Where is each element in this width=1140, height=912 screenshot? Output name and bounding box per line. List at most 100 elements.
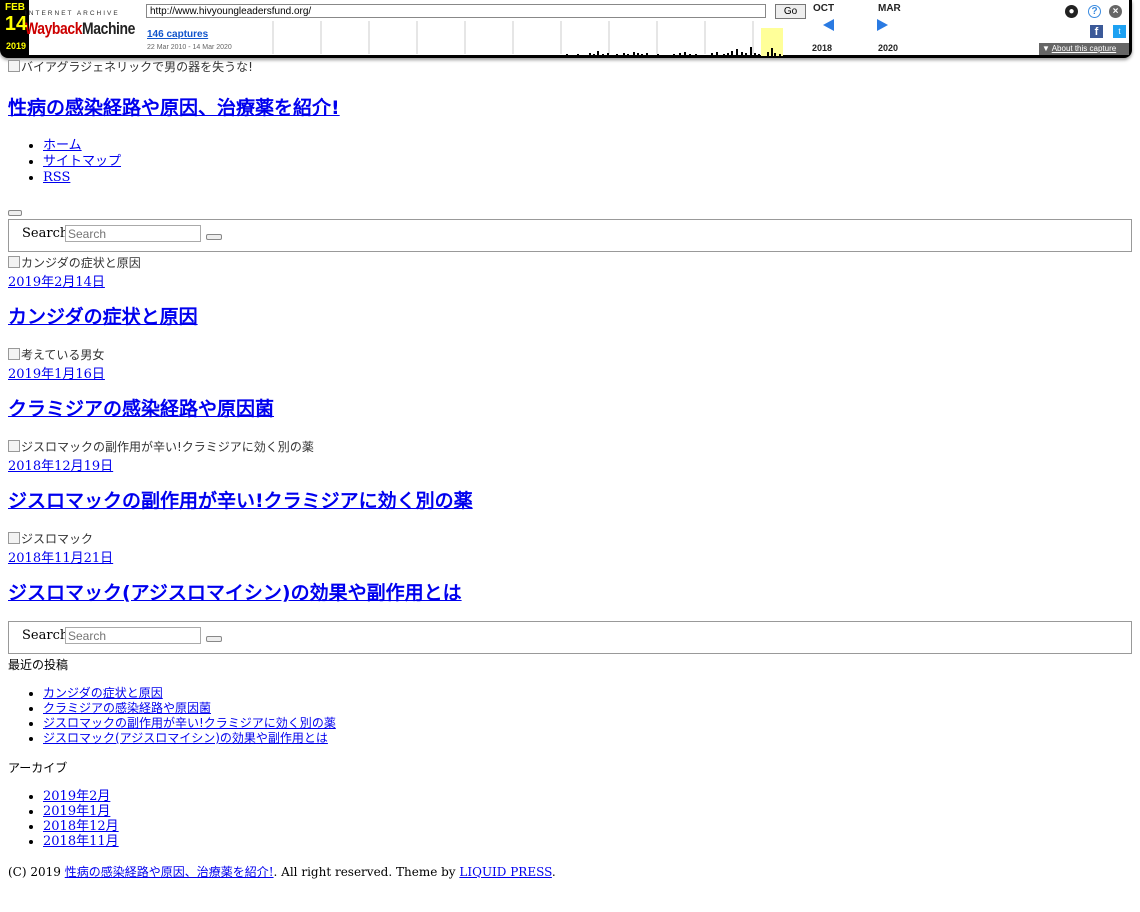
capture-bar[interactable]: [787, 55, 789, 56]
current-day: 14: [4, 13, 28, 35]
twitter-icon[interactable]: t: [1113, 25, 1126, 38]
archive-link[interactable]: 2018年11月: [43, 834, 119, 849]
sidebar: 最近の投稿 カンジダの症状と原因 クラミジアの感染経路や原因菌 ジスロマックの副…: [8, 654, 1132, 849]
capture-bar[interactable]: [657, 54, 659, 56]
capture-date-range: 22 Mar 2010 - 14 Mar 2020: [147, 44, 232, 51]
logo-word-2: Machine: [82, 19, 135, 38]
capture-bar[interactable]: [689, 54, 691, 56]
capture-bar[interactable]: [705, 55, 707, 56]
capture-bar[interactable]: [695, 54, 697, 56]
capture-bar[interactable]: [593, 54, 595, 56]
search-input[interactable]: [65, 225, 201, 242]
capture-bar[interactable]: [616, 54, 618, 56]
capture-bar[interactable]: [623, 53, 625, 56]
recent-post-link[interactable]: カンジダの症状と原因: [43, 686, 163, 700]
capture-bar[interactable]: [736, 49, 738, 56]
next-month-link[interactable]: MAR: [878, 3, 901, 14]
about-capture-label: About this capture: [1051, 44, 1117, 53]
nav-item: RSS: [43, 170, 1132, 186]
footer-mid: . All right reserved. Theme by: [273, 865, 460, 879]
search-input[interactable]: [65, 627, 201, 644]
footer-site-link[interactable]: 性病の感染経路や原因、治療薬を紹介!: [65, 865, 274, 879]
capture-bar[interactable]: [607, 53, 609, 56]
nav-home-link[interactable]: ホーム: [43, 138, 82, 153]
recent-post-link[interactable]: クラミジアの感染経路や原因菌: [43, 701, 211, 715]
go-button[interactable]: Go: [775, 4, 806, 19]
capture-bar[interactable]: [774, 53, 776, 56]
capture-bar[interactable]: [577, 54, 579, 56]
footer: (C) 2019 性病の感染経路や原因、治療薬を紹介!. All right r…: [8, 863, 1132, 880]
capture-bar[interactable]: [637, 53, 639, 56]
nav-item: サイトマップ: [43, 154, 1132, 170]
capture-bar[interactable]: [566, 54, 568, 56]
capture-bar[interactable]: [741, 52, 743, 56]
help-icon[interactable]: ?: [1088, 5, 1101, 18]
capture-bar[interactable]: [597, 51, 599, 56]
close-icon[interactable]: ×: [1109, 5, 1122, 18]
next-capture-arrow-icon[interactable]: [877, 19, 888, 31]
recent-posts-title: 最近の投稿: [8, 658, 69, 672]
archive-link[interactable]: 2018年12月: [43, 819, 119, 834]
post-date-link[interactable]: 2019年2月14日: [8, 271, 1132, 290]
capture-bar[interactable]: [727, 53, 729, 56]
capture-bar[interactable]: [679, 53, 681, 56]
post-thumbnail: ジスロマック: [8, 530, 1132, 547]
post-date-link[interactable]: 2018年11月21日: [8, 547, 1132, 566]
next-year-link[interactable]: 2020: [878, 43, 898, 53]
list-item: クラミジアの感染経路や原因菌: [43, 701, 1132, 716]
capture-bar[interactable]: [750, 47, 752, 56]
search-button[interactable]: [206, 636, 222, 642]
capture-bar[interactable]: [602, 54, 604, 56]
about-capture-button[interactable]: ▼ About this capture: [1039, 43, 1129, 55]
archive-link[interactable]: 2019年1月: [43, 804, 110, 819]
footer-theme-link[interactable]: LIQUID PRESS: [459, 865, 552, 879]
capture-bar[interactable]: [745, 53, 747, 56]
capture-bar[interactable]: [684, 52, 686, 56]
nav-rss-link[interactable]: RSS: [43, 170, 70, 185]
recent-post-link[interactable]: ジスロマックの副作用が辛い!クラミジアに効く別の薬: [43, 716, 336, 730]
post-title-link[interactable]: カンジダの症状と原因: [8, 306, 198, 328]
list-item: 2019年1月: [43, 804, 1132, 819]
prev-year-link[interactable]: 2018: [812, 43, 832, 53]
post-title-link[interactable]: クラミジアの感染経路や原因菌: [8, 398, 274, 420]
search-button[interactable]: [206, 234, 222, 240]
capture-bar[interactable]: [723, 54, 725, 56]
list-item: ジスロマックの副作用が辛い!クラミジアに効く別の薬: [43, 716, 1132, 731]
capture-sparkline[interactable]: [271, 19, 799, 56]
captures-link[interactable]: 146 captures: [147, 29, 208, 40]
post-thumbnail: カンジダの症状と原因: [8, 254, 1132, 271]
archive-link[interactable]: 2019年2月: [43, 789, 110, 804]
capture-bar[interactable]: [646, 53, 648, 56]
recent-post-link[interactable]: ジスロマック(アジスロマイシン)の効果や副作用とは: [43, 731, 328, 745]
capture-bar[interactable]: [779, 54, 781, 56]
post-date-link[interactable]: 2018年12月19日: [8, 455, 1132, 474]
capture-bar[interactable]: [711, 53, 713, 56]
site-title-link[interactable]: 性病の感染経路や原因、治療薬を紹介!: [8, 97, 340, 119]
capture-bar[interactable]: [589, 53, 591, 56]
url-input[interactable]: [146, 4, 766, 18]
search-form-top: Search: [8, 219, 1132, 252]
capture-bar[interactable]: [627, 54, 629, 56]
search-form-sidebar: Search: [8, 621, 1132, 654]
facebook-icon[interactable]: f: [1090, 25, 1103, 38]
capture-bar[interactable]: [731, 51, 733, 56]
user-icon[interactable]: ●: [1065, 5, 1078, 18]
capture-bar[interactable]: [673, 54, 675, 56]
wayback-logo[interactable]: WaybackMachine: [25, 19, 135, 39]
capture-bar[interactable]: [633, 52, 635, 56]
capture-bar[interactable]: [716, 52, 718, 56]
nav-sitemap-link[interactable]: サイトマップ: [43, 154, 121, 169]
capture-bar[interactable]: [758, 54, 760, 56]
post-title-link[interactable]: ジスロマック(アジスロマイシン)の効果や副作用とは: [8, 582, 462, 604]
prev-month-link[interactable]: OCT: [813, 3, 834, 14]
prev-capture-arrow-icon[interactable]: [823, 19, 834, 31]
logo-word-1: Wayback: [25, 19, 83, 38]
capture-bar[interactable]: [771, 48, 773, 56]
post-date-link[interactable]: 2019年1月16日: [8, 363, 1132, 382]
list-item: 2018年11月: [43, 834, 1132, 849]
capture-bar[interactable]: [767, 52, 769, 56]
post-title-link[interactable]: ジスロマックの副作用が辛い!クラミジアに効く別の薬: [8, 490, 473, 512]
capture-bar[interactable]: [641, 54, 643, 56]
capture-bar[interactable]: [571, 55, 573, 56]
capture-bar[interactable]: [754, 53, 756, 56]
